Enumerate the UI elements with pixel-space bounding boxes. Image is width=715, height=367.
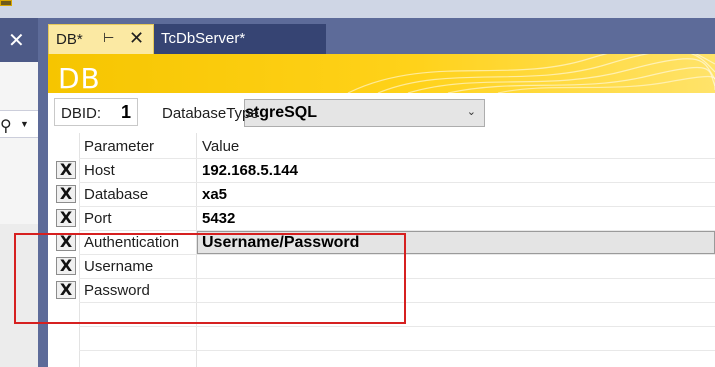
authentication-value-select[interactable]: Username/Password xyxy=(197,231,715,254)
left-search-box[interactable]: ⚲ ▼ xyxy=(0,110,38,138)
close-icon[interactable]: ✕ xyxy=(129,28,144,49)
db-banner: DB xyxy=(48,54,715,93)
app-icon xyxy=(0,0,12,6)
tab-label: DB* xyxy=(56,31,83,48)
tab-label: TcDbServer* xyxy=(161,30,246,47)
remove-icon[interactable]: X xyxy=(56,185,76,203)
parameter-value[interactable]: 5432 xyxy=(202,210,235,227)
close-icon[interactable]: ✕ xyxy=(8,30,25,50)
parameter-grid: Parameter Value X Host 192.168.5.144 X D… xyxy=(48,133,715,367)
left-tool-panel: ✕ ⚲ ▼ xyxy=(0,18,38,367)
pin-icon[interactable]: ⊢ xyxy=(103,31,114,46)
grid-line xyxy=(79,350,715,351)
left-panel-header: ✕ xyxy=(0,18,38,62)
parameter-value[interactable]: xa5 xyxy=(202,186,227,203)
parameter-value: Username/Password xyxy=(202,234,360,251)
search-icon[interactable]: ⚲ xyxy=(0,116,12,135)
table-row[interactable]: X Port 5432 xyxy=(48,206,715,230)
chevron-down-icon[interactable]: ▼ xyxy=(20,119,29,129)
grid-line xyxy=(79,326,715,327)
database-type-select[interactable]: stgreSQL ⌄ xyxy=(244,99,485,127)
database-type-label: DatabaseType xyxy=(162,105,259,122)
parameter-name: Password xyxy=(84,282,150,299)
remove-icon[interactable]: X xyxy=(56,257,76,275)
tab-db[interactable]: DB* ⊢ ✕ xyxy=(48,24,154,54)
column-header-value: Value xyxy=(202,138,240,155)
parameter-name: Authentication xyxy=(84,234,180,251)
banner-wave-graphic xyxy=(347,54,715,93)
column-header-parameter: Parameter xyxy=(84,138,155,155)
remove-icon[interactable]: X xyxy=(56,161,76,179)
table-row[interactable]: X Host 192.168.5.144 xyxy=(48,158,715,182)
remove-icon[interactable]: X xyxy=(56,233,76,251)
parameter-name: Database xyxy=(84,186,149,203)
parameter-name: Host xyxy=(84,162,115,179)
dbid-label: DBID: xyxy=(61,105,102,122)
parameter-name: Port xyxy=(84,210,112,227)
top-strip xyxy=(0,0,715,18)
table-row[interactable]: X Username xyxy=(48,254,715,278)
document-frame: DB DBID: 1 stgreSQL ⌄ DatabaseType Param… xyxy=(48,54,715,367)
parameter-name: Username xyxy=(84,258,154,275)
remove-icon[interactable]: X xyxy=(56,209,76,227)
banner-title: DB xyxy=(58,62,101,93)
grid-line xyxy=(79,302,715,303)
dbid-field: DBID: 1 xyxy=(54,98,138,126)
ide-window: ✕ ⚲ ▼ DB* ⊢ ✕ TcDbServer* DB DBID: 1 stg… xyxy=(0,0,715,367)
chevron-down-icon[interactable]: ⌄ xyxy=(467,105,476,118)
table-row[interactable]: X Database xa5 xyxy=(48,182,715,206)
db-editor-content: DBID: 1 stgreSQL ⌄ DatabaseType Paramete… xyxy=(48,93,715,367)
left-panel-area xyxy=(0,224,38,367)
table-row[interactable]: X Password xyxy=(48,278,715,302)
table-row[interactable]: X Authentication Username/Password xyxy=(48,230,715,254)
dbid-value: 1 xyxy=(121,102,132,122)
parameter-value[interactable]: 192.168.5.144 xyxy=(202,162,298,179)
remove-icon[interactable]: X xyxy=(56,281,76,299)
tab-tcdbserver[interactable]: TcDbServer* xyxy=(154,24,326,54)
